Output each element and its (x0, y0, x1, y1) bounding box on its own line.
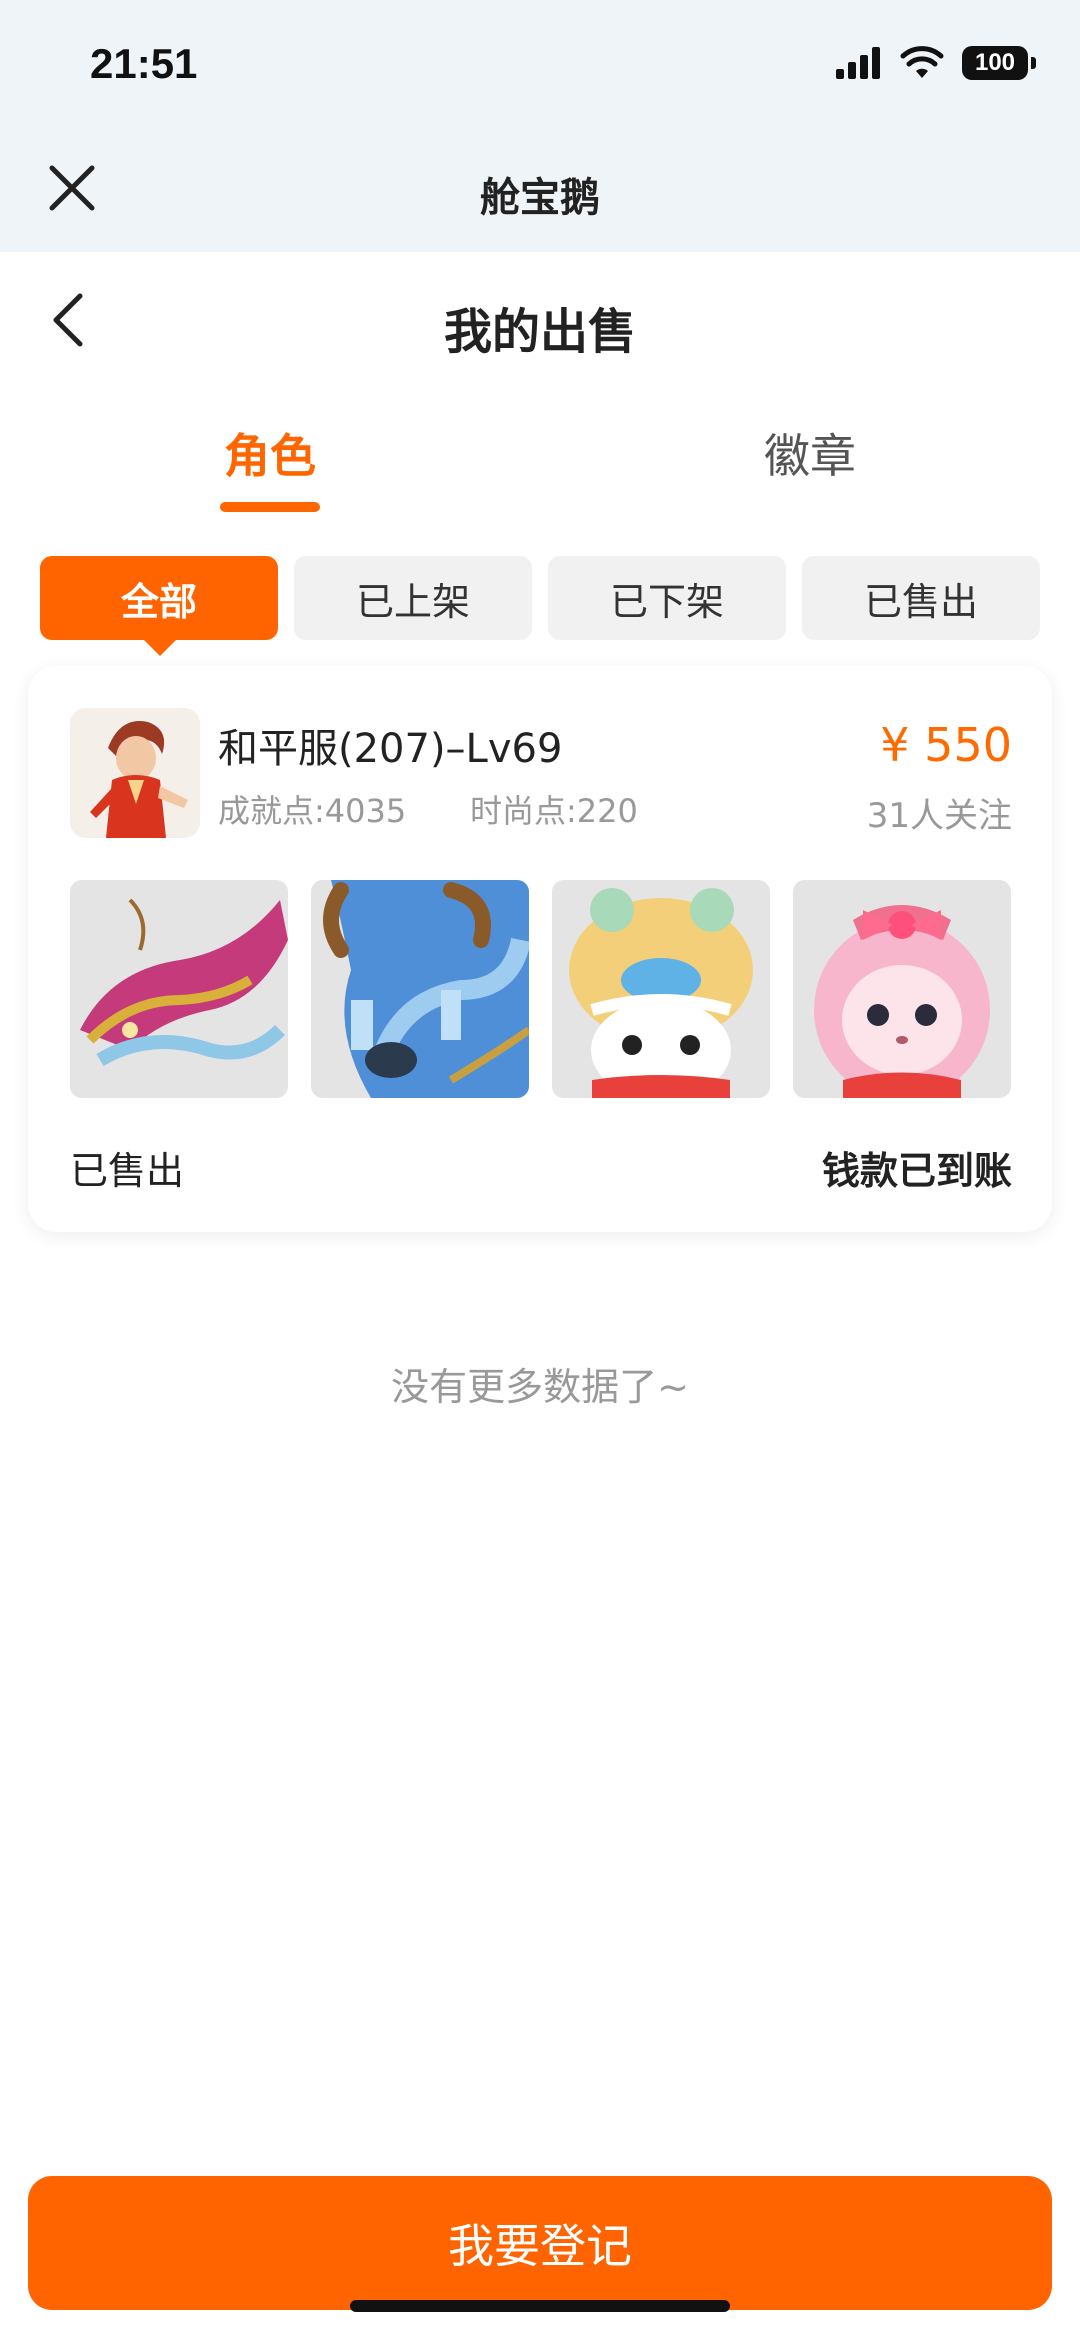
item-thumbnails (70, 880, 1016, 1098)
listing-title: 和平服(207)–Lv69 (218, 726, 563, 772)
filter-listed[interactable]: 已上架 (294, 556, 532, 640)
character-avatar (70, 708, 200, 838)
filter-delisted[interactable]: 已下架 (548, 556, 786, 640)
price: ¥ 550 (880, 718, 1012, 772)
filter-sold[interactable]: 已售出 (802, 556, 1040, 640)
register-button[interactable]: 我要登记 (28, 2176, 1052, 2310)
page-title: 我的出售 (443, 304, 636, 360)
active-tab-indicator (220, 502, 320, 512)
status-time: 21:51 (90, 40, 198, 87)
payment-status: 钱款已到账 (821, 1149, 1012, 1193)
tab-badges[interactable]: 徽章 (660, 420, 960, 486)
thumbnail-lion-dance-bear[interactable] (552, 880, 770, 1098)
status-icons: 100 (836, 46, 1036, 80)
thumbnail-dragon[interactable] (70, 880, 288, 1098)
list-end-text: 没有更多数据了~ (391, 1365, 689, 1409)
tab-roles[interactable]: 角色 (120, 420, 420, 486)
achievement-points: 成就点:4035 (218, 792, 407, 830)
wifi-icon (900, 46, 944, 78)
filter-all[interactable]: 全部 (40, 556, 278, 656)
app-title: 舱宝鹅 (480, 175, 600, 221)
battery-icon: 100 (962, 46, 1036, 80)
status-filters: 全部 已上架 已下架 已售出 (40, 556, 1040, 656)
listing-card[interactable]: 和平服(207)–Lv69 成就点:4035 时尚点:220 ¥ 550 31人… (28, 666, 1052, 1232)
thumbnail-blue-beast[interactable] (311, 880, 529, 1098)
thumbnail-pink-bunny[interactable] (793, 880, 1011, 1098)
follower-count: 31人关注 (866, 796, 1012, 836)
signal-icon (836, 47, 880, 79)
home-indicator (350, 2300, 730, 2312)
fashion-points: 时尚点:220 (470, 792, 638, 830)
sale-status: 已售出 (70, 1149, 185, 1193)
category-tabs: 角色 徽章 (0, 420, 1080, 530)
top-bar: 21:51 100 舱宝鹅 (0, 0, 1080, 252)
